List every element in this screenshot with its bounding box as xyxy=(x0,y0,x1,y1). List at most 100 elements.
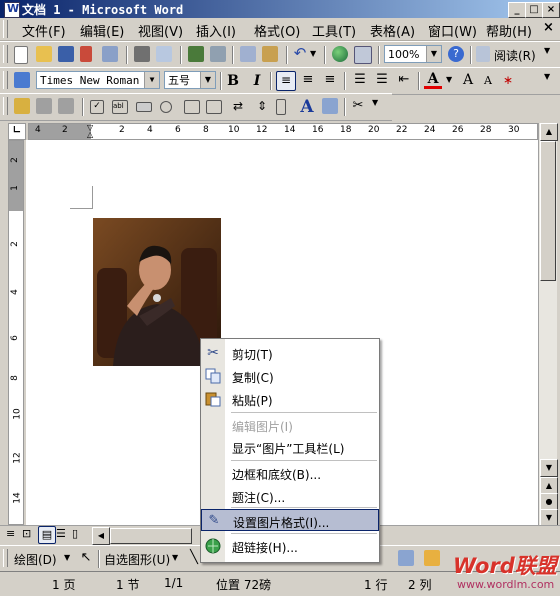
shrink-font-icon[interactable]: A xyxy=(480,72,496,88)
vertical-scrollbar[interactable]: ▲ ▼ ▲ ● ▼ xyxy=(538,123,558,527)
toolbar-grip[interactable] xyxy=(3,549,8,567)
numbering-icon[interactable]: ☰ xyxy=(352,72,368,88)
toolbar-options-icon[interactable]: ▼ xyxy=(544,46,554,62)
toggle-button-control-icon[interactable]: ⇄ xyxy=(230,98,246,114)
reading-layout-icon[interactable]: ▯ xyxy=(72,527,88,543)
research-icon[interactable] xyxy=(210,46,226,62)
align-center-icon[interactable]: ≡ xyxy=(300,72,316,88)
more-controls-icon[interactable]: ✂ xyxy=(350,98,366,114)
normal-view-icon[interactable]: ≡ xyxy=(6,527,22,543)
bold-button[interactable]: B xyxy=(224,72,242,90)
open-folder-icon[interactable] xyxy=(36,46,52,62)
undo-icon[interactable]: ↶ xyxy=(292,46,308,62)
menu-help[interactable]: 帮助(H) xyxy=(486,21,532,40)
indent-marker-icon[interactable]: ▽ △ xyxy=(87,124,95,139)
toolbar-options-icon[interactable]: ▼ xyxy=(372,98,382,114)
vertical-ruler[interactable]: 2 1 2 4 6 8 10 12 14 xyxy=(8,140,24,525)
grow-font-icon[interactable]: A xyxy=(460,72,476,88)
fill-color-icon[interactable] xyxy=(424,550,440,566)
menu-tools[interactable]: 工具(T) xyxy=(312,21,356,40)
menu-insert[interactable]: 插入(I) xyxy=(196,21,236,40)
email-icon[interactable] xyxy=(102,46,118,62)
permission-icon[interactable] xyxy=(80,46,92,62)
web-layout-icon[interactable]: ⊡ xyxy=(22,527,38,543)
spin-button-control-icon[interactable]: ⇕ xyxy=(254,98,270,114)
chevron-down-icon[interactable]: ▼ xyxy=(172,550,180,566)
menu-item-format-picture[interactable]: ✎ 设置图片格式(I)... xyxy=(201,509,379,531)
indent-icon[interactable]: ⇤ xyxy=(396,72,412,88)
scroll-up-icon[interactable]: ▲ xyxy=(540,123,558,141)
toolbar-grip[interactable] xyxy=(3,45,8,63)
table-icon[interactable] xyxy=(354,46,372,64)
chevron-down-icon[interactable]: ▼ xyxy=(446,72,454,88)
scroll-left-icon[interactable]: ◀ xyxy=(92,527,110,545)
chevron-down-icon[interactable]: ▼ xyxy=(64,550,72,566)
multilevel-icon[interactable]: ∗ xyxy=(500,72,516,88)
image-control-icon[interactable] xyxy=(322,98,338,114)
bullets-icon[interactable]: ☰ xyxy=(374,72,390,88)
font-size-combo[interactable]: 五号 ▼ xyxy=(164,71,216,89)
save-icon[interactable] xyxy=(58,46,74,62)
align-left-icon[interactable]: ≡ xyxy=(276,71,296,91)
textbox-control-icon[interactable]: abl xyxy=(112,100,128,114)
menu-format[interactable]: 格式(O) xyxy=(254,21,300,40)
minimize-button[interactable]: _ xyxy=(508,2,526,18)
menu-item-caption[interactable]: 题注(C)... xyxy=(201,485,379,507)
checkbox-control-icon[interactable]: ✓ xyxy=(90,100,104,114)
menu-item-cut[interactable]: ✂ 剪切(T) xyxy=(201,342,379,364)
chevron-down-icon[interactable]: ▼ xyxy=(200,72,215,88)
listbox-control-icon[interactable] xyxy=(184,100,200,114)
scrollbar-control-icon[interactable] xyxy=(276,99,286,115)
spelling-icon[interactable] xyxy=(188,46,204,62)
read-mode-button[interactable]: 阅读(R) xyxy=(494,47,536,64)
align-right-icon[interactable]: ≡ xyxy=(322,72,338,88)
styles-icon[interactable] xyxy=(14,72,30,88)
properties-icon[interactable] xyxy=(36,98,52,114)
autoshapes-menu-button[interactable]: 自选图形(U) xyxy=(104,551,170,568)
word-app-icon[interactable] xyxy=(4,2,20,18)
maximize-button[interactable]: □ xyxy=(525,2,543,18)
close-button[interactable]: × xyxy=(542,2,560,18)
menubar-grip[interactable] xyxy=(3,20,8,38)
menu-window[interactable]: 窗口(W) xyxy=(428,21,477,40)
font-color-button[interactable]: A xyxy=(424,72,442,89)
print-layout-icon[interactable]: ▤ xyxy=(38,526,56,544)
undo-dropdown-icon[interactable]: ▼ xyxy=(310,46,318,62)
select-objects-icon[interactable]: ↖ xyxy=(78,550,94,566)
italic-button[interactable]: I xyxy=(248,72,266,90)
print-preview-icon[interactable] xyxy=(156,46,172,62)
label-control-button[interactable]: A xyxy=(298,98,316,116)
menu-item-show-picture-toolbar[interactable]: 显示“图片”工具栏(L) xyxy=(201,436,379,458)
toolbar-grip[interactable] xyxy=(3,97,8,115)
copy-toolbar-icon[interactable] xyxy=(240,46,256,62)
insert-picture-icon[interactable] xyxy=(398,550,414,566)
menu-item-paste[interactable]: 粘贴(P) xyxy=(201,388,379,410)
hyperlink-toolbar-icon[interactable] xyxy=(332,46,348,62)
scroll-down-icon[interactable]: ▼ xyxy=(540,459,558,477)
zoom-combo[interactable]: 100% ▼ xyxy=(384,45,442,63)
font-combo[interactable]: Times New Roman ▼ xyxy=(36,71,160,89)
outline-view-icon[interactable]: ☰ xyxy=(56,527,72,543)
menu-item-borders-shading[interactable]: 边框和底纹(B)... xyxy=(201,462,379,484)
menu-view[interactable]: 视图(V) xyxy=(138,21,183,40)
command-button-control-icon[interactable] xyxy=(136,102,152,112)
menu-edit[interactable]: 编辑(E) xyxy=(80,21,124,40)
view-code-icon[interactable] xyxy=(58,98,74,114)
menu-table[interactable]: 表格(A) xyxy=(370,21,415,40)
read-mode-icon[interactable] xyxy=(476,46,490,62)
tab-selector[interactable]: ∟ xyxy=(8,123,26,140)
print-icon[interactable] xyxy=(134,46,150,62)
new-document-icon[interactable] xyxy=(14,46,28,64)
menu-file[interactable]: 文件(F) xyxy=(22,21,66,40)
horizontal-scroll-thumb[interactable] xyxy=(110,528,192,544)
toolbar-grip[interactable] xyxy=(3,71,8,89)
document-close-button[interactable]: × xyxy=(543,20,554,35)
toolbar-options-icon[interactable]: ▼ xyxy=(544,72,554,88)
horizontal-ruler[interactable]: ▽ △ 4 2 2 4 6 8 10 12 14 16 18 20 22 24 2… xyxy=(28,123,538,140)
scroll-thumb[interactable] xyxy=(540,141,556,281)
paste-toolbar-icon[interactable] xyxy=(262,46,278,62)
option-button-control-icon[interactable] xyxy=(160,101,172,113)
menu-item-copy[interactable]: 复制(C) xyxy=(201,365,379,387)
design-mode-icon[interactable] xyxy=(14,98,30,114)
chevron-down-icon[interactable]: ▼ xyxy=(426,46,441,62)
